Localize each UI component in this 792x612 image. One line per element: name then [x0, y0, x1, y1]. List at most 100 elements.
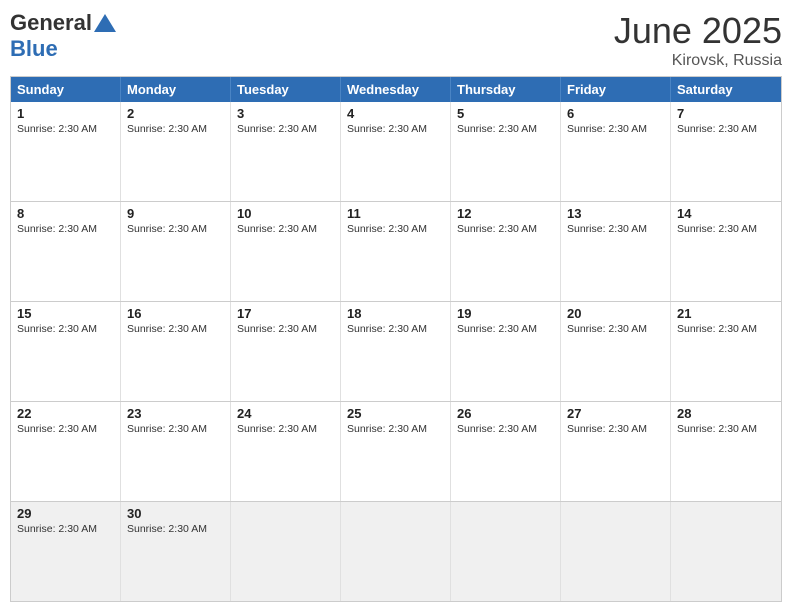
calendar-cell: 29 Sunrise: 2:30 AM	[11, 502, 121, 601]
sunrise-text: Sunrise: 2:30 AM	[17, 523, 97, 535]
calendar-cell: 17 Sunrise: 2:30 AM	[231, 302, 341, 401]
day-number: 29	[17, 506, 114, 521]
month-title: June 2025	[614, 10, 782, 52]
sunrise-text: Sunrise: 2:30 AM	[457, 123, 537, 135]
sunrise-text: Sunrise: 2:30 AM	[237, 423, 317, 435]
header-day-saturday: Saturday	[671, 77, 781, 102]
calendar-cell: 27 Sunrise: 2:30 AM	[561, 402, 671, 501]
day-number: 10	[237, 206, 334, 221]
sunrise-text: Sunrise: 2:30 AM	[347, 423, 427, 435]
calendar-cell	[231, 502, 341, 601]
calendar-cell	[671, 502, 781, 601]
calendar-cell: 15 Sunrise: 2:30 AM	[11, 302, 121, 401]
day-number: 3	[237, 106, 334, 121]
sunrise-text: Sunrise: 2:30 AM	[347, 123, 427, 135]
day-number: 12	[457, 206, 554, 221]
sunrise-text: Sunrise: 2:30 AM	[17, 323, 97, 335]
header-day-wednesday: Wednesday	[341, 77, 451, 102]
header: General Blue June 2025 Kirovsk, Russia	[10, 10, 782, 70]
calendar-cell: 1 Sunrise: 2:30 AM	[11, 102, 121, 201]
sunrise-text: Sunrise: 2:30 AM	[457, 323, 537, 335]
header-day-friday: Friday	[561, 77, 671, 102]
sunrise-text: Sunrise: 2:30 AM	[127, 523, 207, 535]
sunrise-text: Sunrise: 2:30 AM	[567, 423, 647, 435]
day-number: 11	[347, 206, 444, 221]
sunrise-text: Sunrise: 2:30 AM	[677, 223, 757, 235]
calendar-cell	[561, 502, 671, 601]
sunrise-text: Sunrise: 2:30 AM	[457, 223, 537, 235]
calendar-header: SundayMondayTuesdayWednesdayThursdayFrid…	[11, 77, 781, 102]
day-number: 1	[17, 106, 114, 121]
sunrise-text: Sunrise: 2:30 AM	[17, 123, 97, 135]
calendar-cell: 18 Sunrise: 2:30 AM	[341, 302, 451, 401]
calendar-cell: 20 Sunrise: 2:30 AM	[561, 302, 671, 401]
header-day-thursday: Thursday	[451, 77, 561, 102]
logo-icon	[94, 14, 116, 32]
calendar-cell: 13Sunrise: 2:30 AM	[561, 202, 671, 301]
day-number: 15	[17, 306, 114, 321]
day-number: 27	[567, 406, 664, 421]
calendar-cell: 22 Sunrise: 2:30 AM	[11, 402, 121, 501]
header-day-sunday: Sunday	[11, 77, 121, 102]
sunrise-text: Sunrise: 2:30 AM	[17, 423, 97, 435]
day-number: 25	[347, 406, 444, 421]
calendar-cell: 16Sunrise: 2:30 AM	[121, 302, 231, 401]
location: Kirovsk, Russia	[614, 52, 782, 70]
calendar-row: 22Sunrise: 2:30 AM23Sunrise: 2:30 AM24Su…	[11, 401, 781, 501]
day-number: 30	[127, 506, 224, 521]
calendar-cell: 24 Sunrise: 2:30 AM	[231, 402, 341, 501]
day-number: 4	[347, 106, 444, 121]
calendar-cell: 10 Sunrise: 2:30 AM	[231, 202, 341, 301]
header-day-tuesday: Tuesday	[231, 77, 341, 102]
calendar-cell: 12 Sunrise: 2:30 AM	[451, 202, 561, 301]
day-number: 13	[567, 206, 664, 221]
calendar-cell	[451, 502, 561, 601]
day-number: 24	[237, 406, 334, 421]
calendar-cell: 8Sunrise: 2:30 AM	[11, 202, 121, 301]
sunrise-text: Sunrise: 2:30 AM	[347, 223, 427, 235]
calendar-cell: 11 Sunrise: 2:30 AM	[341, 202, 451, 301]
calendar-cell: 3 Sunrise: 2:30 AM	[231, 102, 341, 201]
sunrise-text: Sunrise: 2:30 AM	[567, 323, 647, 335]
sunrise-text: Sunrise: 2:30 AM	[237, 123, 317, 135]
sunrise-text: Sunrise: 2:30 AM	[677, 323, 757, 335]
day-number: 22	[17, 406, 114, 421]
calendar-cell: 5 Sunrise: 2:30 AM	[451, 102, 561, 201]
sunrise-text: Sunrise: 2:30 AM	[127, 223, 207, 235]
day-number: 6	[567, 106, 664, 121]
calendar-cell: 4 Sunrise: 2:30 AM	[341, 102, 451, 201]
sunrise-text: Sunrise: 2:30 AM	[127, 423, 207, 435]
calendar-cell: 7Sunrise: 2:30 AM	[671, 102, 781, 201]
calendar-cell: 30 Sunrise: 2:30 AM	[121, 502, 231, 601]
day-number: 5	[457, 106, 554, 121]
calendar: SundayMondayTuesdayWednesdayThursdayFrid…	[10, 76, 782, 602]
calendar-cell: 14Sunrise: 2:30 AM	[671, 202, 781, 301]
day-number: 2	[127, 106, 224, 121]
sunrise-text: Sunrise: 2:30 AM	[457, 423, 537, 435]
day-number: 17	[237, 306, 334, 321]
day-number: 7	[677, 106, 775, 121]
calendar-row: 15Sunrise: 2:30 AM16Sunrise: 2:30 AM17Su…	[11, 301, 781, 401]
calendar-row: 8Sunrise: 2:30 AM9Sunrise: 2:30 AM10Sunr…	[11, 201, 781, 301]
day-number: 26	[457, 406, 554, 421]
calendar-cell: 19Sunrise: 2:30 AM	[451, 302, 561, 401]
sunrise-text: Sunrise: 2:30 AM	[347, 323, 427, 335]
title-block: June 2025 Kirovsk, Russia	[614, 10, 782, 70]
calendar-cell: 28Sunrise: 2:30 AM	[671, 402, 781, 501]
day-number: 18	[347, 306, 444, 321]
calendar-row: 29 Sunrise: 2:30 AM 30 Sunrise: 2:30 AM	[11, 501, 781, 601]
sunrise-text: Sunrise: 2:30 AM	[237, 223, 317, 235]
calendar-cell: 21 Sunrise: 2:30 AM	[671, 302, 781, 401]
header-day-monday: Monday	[121, 77, 231, 102]
calendar-body: 1 Sunrise: 2:30 AM 2 Sunrise: 2:30 AM 3 Sunri…	[11, 102, 781, 601]
sunrise-text: Sunrise: 2:30 AM	[237, 323, 317, 335]
day-number: 20	[567, 306, 664, 321]
sunrise-text: Sunrise: 2:30 AM	[127, 323, 207, 335]
day-number: 28	[677, 406, 775, 421]
calendar-cell: 6Sunrise: 2:30 AM	[561, 102, 671, 201]
day-number: 8	[17, 206, 114, 221]
day-number: 21	[677, 306, 775, 321]
calendar-cell	[341, 502, 451, 601]
logo-blue-text: Blue	[10, 36, 58, 62]
calendar-cell: 23Sunrise: 2:30 AM	[121, 402, 231, 501]
